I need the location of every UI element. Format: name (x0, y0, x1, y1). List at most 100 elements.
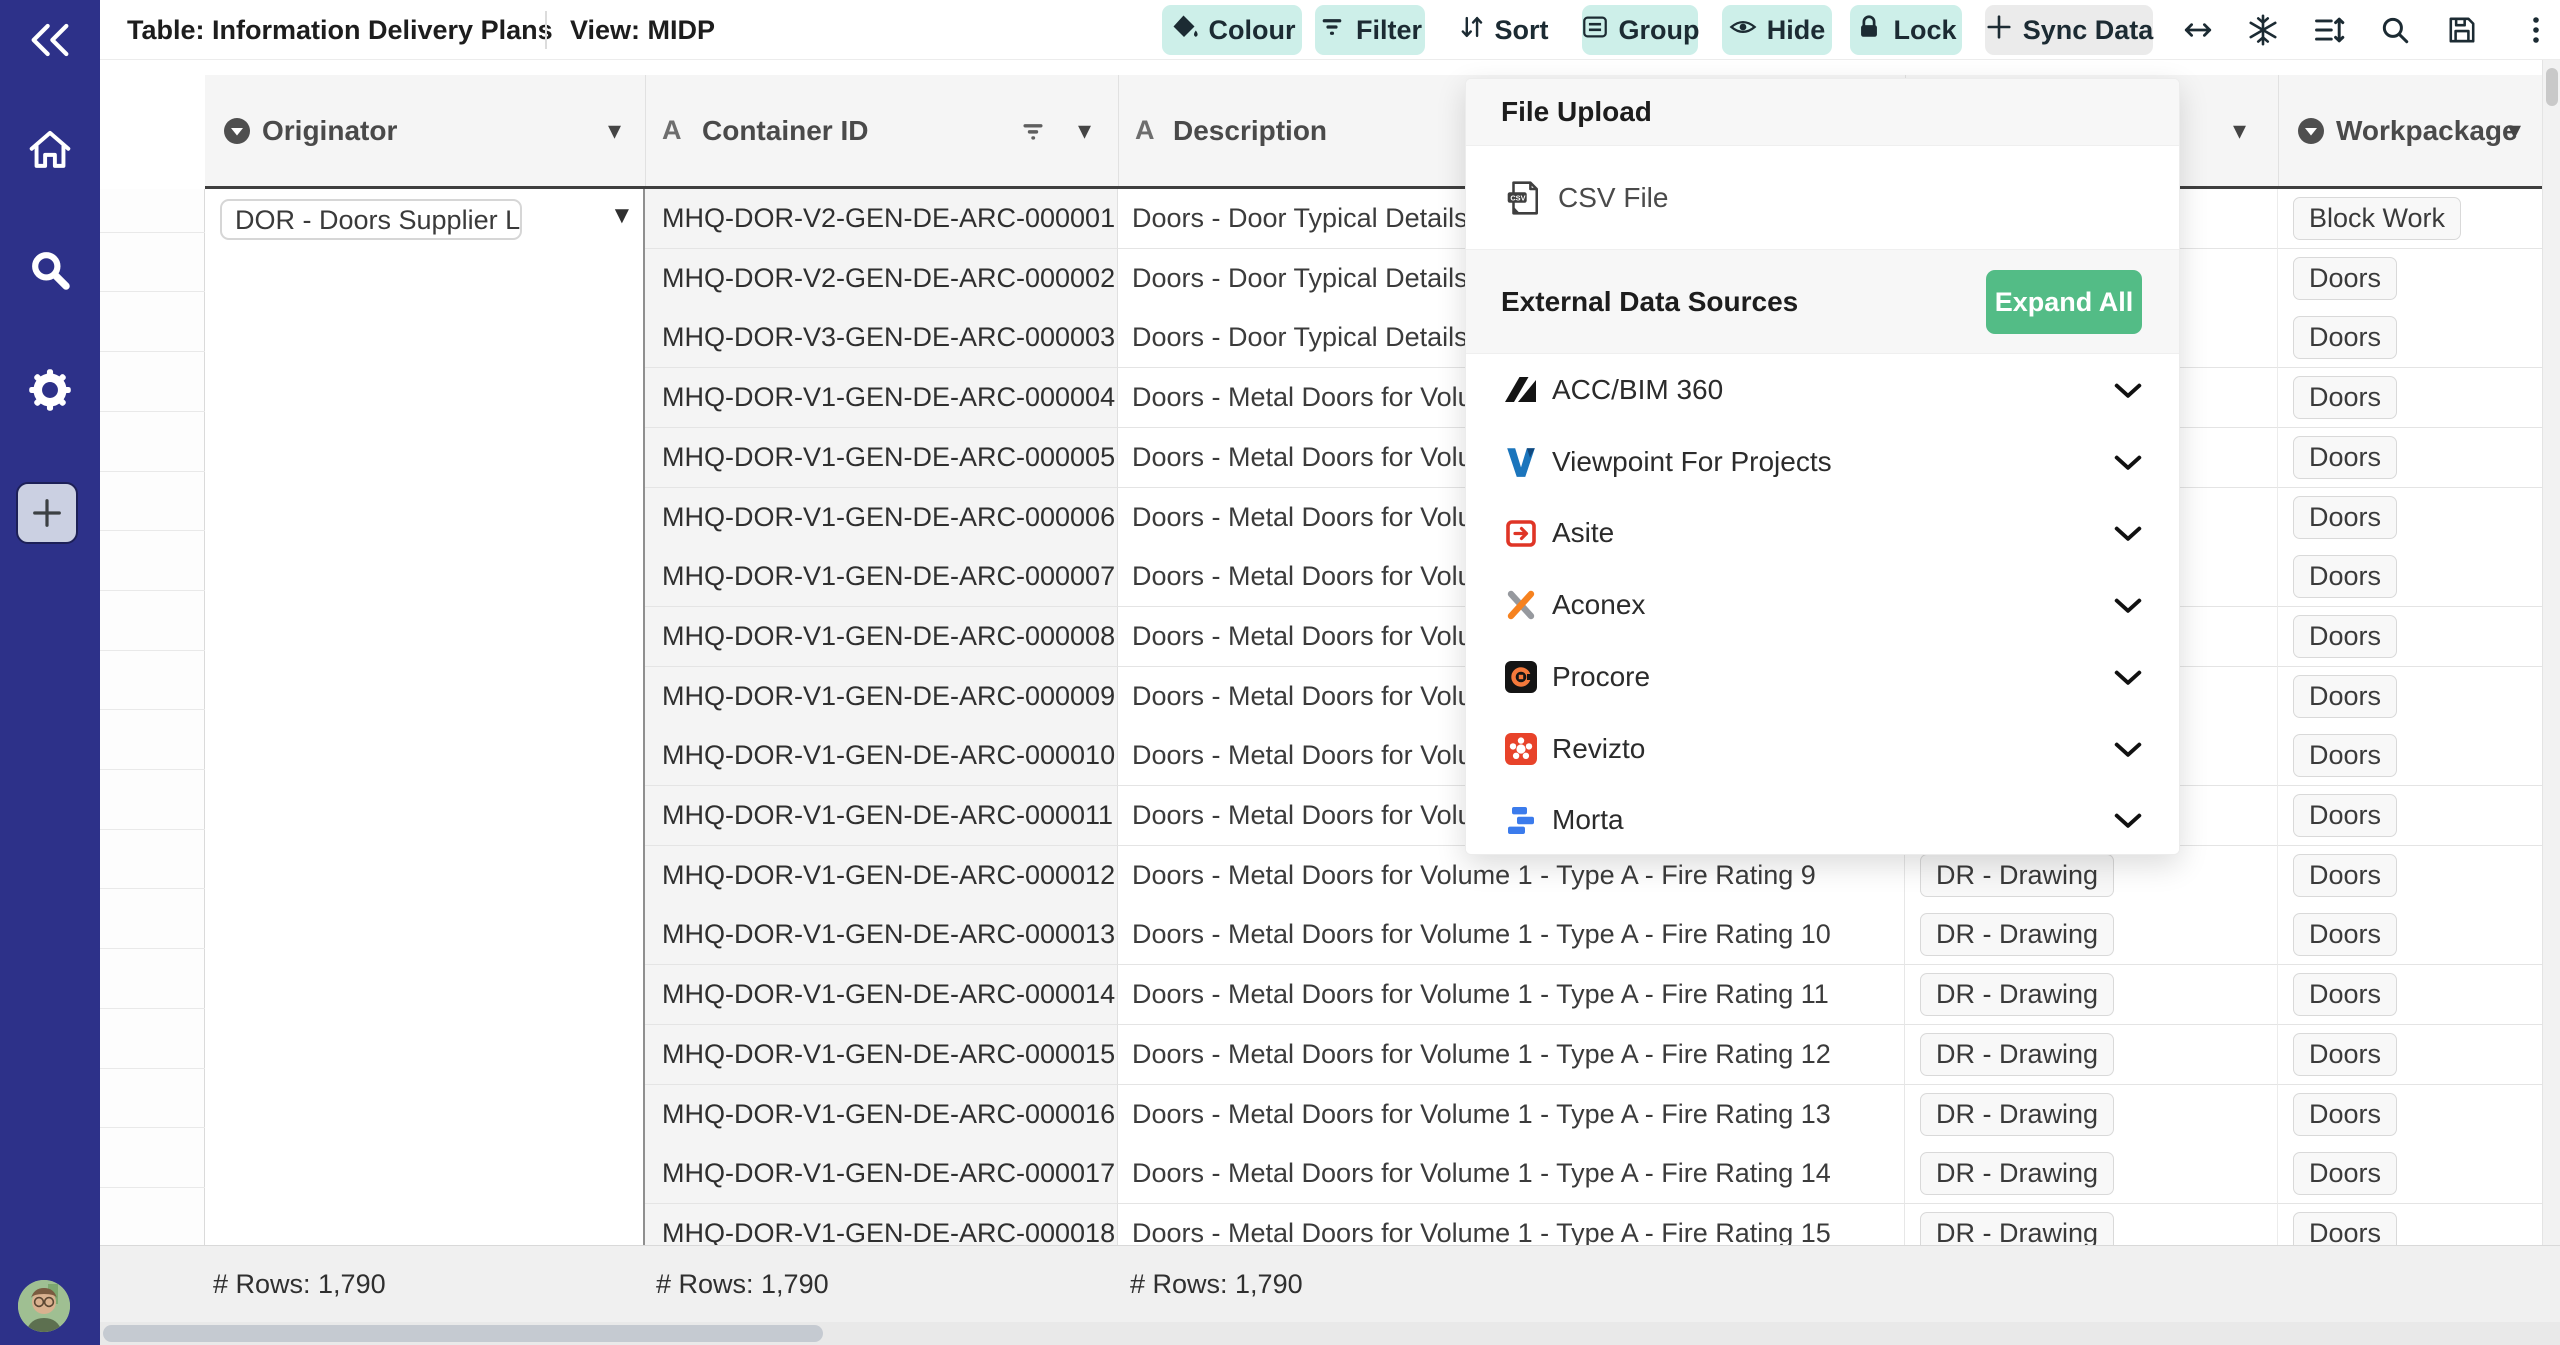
collapse-sidebar-icon[interactable] (0, 8, 100, 72)
workpackage-chip[interactable]: Doors (2293, 615, 2397, 658)
workpackage-chip[interactable]: Doors (2293, 316, 2397, 359)
save-icon[interactable] (2442, 10, 2482, 50)
container-id-cell[interactable]: MHQ-DOR-V1-GEN-DE-ARC-000017 (645, 1144, 1118, 1204)
container-id-cell[interactable]: MHQ-DOR-V1-GEN-DE-ARC-000016 (645, 1085, 1118, 1145)
freeze-snowflake-icon[interactable] (2243, 10, 2283, 50)
column-header-originator[interactable]: Originator (262, 75, 397, 186)
container-id-cell[interactable]: MHQ-DOR-V2-GEN-DE-ARC-000001 (645, 189, 1118, 249)
workpackage-chip[interactable]: Doors (2293, 973, 2397, 1016)
container-id-header-caret-icon[interactable]: ▾ (1078, 75, 1091, 186)
workpackage-cell[interactable]: Doors (2278, 1025, 2542, 1085)
chevron-down-icon[interactable] (2114, 741, 2142, 759)
horizontal-scrollbar[interactable] (100, 1322, 2560, 1345)
workpackage-cell[interactable]: Doors (2278, 1144, 2542, 1204)
container-id-cell[interactable]: MHQ-DOR-V1-GEN-DE-ARC-000005 (645, 428, 1118, 488)
source-item-morta[interactable]: Morta (1466, 784, 2180, 855)
type-chip[interactable]: DR - Drawing (1920, 854, 2114, 897)
filter-button[interactable]: Filter (1315, 5, 1425, 55)
workpackage-chip[interactable]: Doors (2293, 555, 2397, 598)
type-cell[interactable]: DR - Drawing (1905, 965, 2278, 1025)
expand-all-button[interactable]: Expand All (1986, 270, 2142, 334)
type-cell[interactable]: DR - Drawing (1905, 1144, 2278, 1204)
vertical-scrollbar[interactable] (2542, 60, 2560, 1245)
workpackage-cell[interactable]: Doors (2278, 428, 2542, 488)
workpackage-chip[interactable]: Doors (2293, 913, 2397, 956)
container-id-cell[interactable]: MHQ-DOR-V1-GEN-DE-ARC-000004 (645, 368, 1118, 428)
type-chip[interactable]: DR - Drawing (1920, 1033, 2114, 1076)
colour-button[interactable]: Colour (1162, 5, 1302, 55)
workpackage-cell[interactable]: Doors (2278, 965, 2542, 1025)
description-cell[interactable]: Doors - Metal Doors for Volume 1 - Type … (1118, 1144, 1905, 1204)
container-id-cell[interactable]: MHQ-DOR-V1-GEN-DE-ARC-000014 (645, 965, 1118, 1025)
chevron-down-icon[interactable] (2114, 525, 2142, 543)
type-cell[interactable]: DR - Drawing (1905, 1204, 2278, 1245)
container-id-cell[interactable]: MHQ-DOR-V1-GEN-DE-ARC-000007 (645, 547, 1118, 607)
container-id-cell[interactable]: MHQ-DOR-V1-GEN-DE-ARC-000010 (645, 726, 1118, 786)
source-item-revizto[interactable]: Revizto (1466, 713, 2180, 785)
workpackage-cell[interactable]: Doors (2278, 249, 2542, 309)
column-header-description[interactable]: Description (1173, 75, 1327, 186)
workpackage-cell[interactable]: Doors (2278, 308, 2542, 368)
workpackage-chip[interactable]: Doors (2293, 854, 2397, 897)
workpackage-cell[interactable]: Doors (2278, 905, 2542, 965)
container-id-filter-icon[interactable] (1020, 118, 1046, 144)
workpackage-cell[interactable]: Doors (2278, 786, 2542, 846)
lock-button[interactable]: Lock (1850, 5, 1962, 55)
originator-select-caret-icon[interactable]: ▼ (610, 202, 634, 230)
workpackage-header-caret-icon[interactable]: ▾ (2508, 75, 2521, 186)
workpackage-cell[interactable]: Doors (2278, 1085, 2542, 1145)
workpackage-chip[interactable]: Doors (2293, 1212, 2397, 1245)
chevron-down-icon[interactable] (2114, 454, 2142, 472)
workpackage-chip[interactable]: Doors (2293, 376, 2397, 419)
chevron-down-icon[interactable] (2114, 669, 2142, 687)
workpackage-chip[interactable]: Doors (2293, 436, 2397, 479)
type-chip[interactable]: DR - Drawing (1920, 1212, 2114, 1245)
workpackage-chip[interactable]: Doors (2293, 675, 2397, 718)
column-header-workpackage[interactable]: Workpackage (2336, 75, 2518, 186)
description-cell[interactable]: Doors - Metal Doors for Volume 1 - Type … (1118, 965, 1905, 1025)
description-cell[interactable]: Doors - Metal Doors for Volume 1 - Type … (1118, 1085, 1905, 1145)
workpackage-chip[interactable]: Doors (2293, 1033, 2397, 1076)
description-cell[interactable]: Doors - Metal Doors for Volume 1 - Type … (1118, 905, 1905, 965)
originator-header-caret-icon[interactable]: ▾ (608, 75, 621, 186)
horizontal-scrollbar-thumb[interactable] (103, 1325, 823, 1342)
type-cell[interactable]: DR - Drawing (1905, 1085, 2278, 1145)
type-chip[interactable]: DR - Drawing (1920, 973, 2114, 1016)
workpackage-cell[interactable]: Doors (2278, 488, 2542, 548)
workpackage-cell[interactable]: Doors (2278, 607, 2542, 667)
settings-gear-icon[interactable] (0, 358, 100, 422)
row-height-icon[interactable] (2309, 10, 2349, 50)
type-header-caret-icon[interactable]: ▾ (2233, 75, 2246, 186)
vertical-scrollbar-thumb[interactable] (2546, 68, 2558, 106)
workpackage-cell[interactable]: Doors (2278, 726, 2542, 786)
sort-button[interactable]: Sort (1455, 5, 1550, 55)
chevron-down-icon[interactable] (2114, 597, 2142, 615)
originator-column[interactable]: DOR - Doors Supplier Ltd ▼ (205, 189, 645, 1245)
workpackage-cell[interactable]: Doors (2278, 547, 2542, 607)
expand-horizontal-icon[interactable] (2178, 10, 2218, 50)
workpackage-cell[interactable]: Block Work (2278, 189, 2542, 249)
workpackage-chip[interactable]: Doors (2293, 794, 2397, 837)
type-chip[interactable]: DR - Drawing (1920, 913, 2114, 956)
workpackage-chip[interactable]: Doors (2293, 257, 2397, 300)
source-item-asite[interactable]: Asite (1466, 497, 2180, 569)
source-item-viewpoint[interactable]: Viewpoint For Projects (1466, 426, 2180, 498)
workpackage-chip[interactable]: Doors (2293, 1152, 2397, 1195)
csv-file-item[interactable]: CSV CSV File (1466, 146, 2180, 249)
search-icon[interactable] (0, 238, 100, 302)
source-item-procore[interactable]: Procore (1466, 641, 2180, 713)
workpackage-cell[interactable]: Doors (2278, 1204, 2542, 1245)
column-header-container-id[interactable]: Container ID (702, 75, 868, 186)
type-cell[interactable]: DR - Drawing (1905, 905, 2278, 965)
hide-button[interactable]: Hide (1722, 5, 1832, 55)
container-id-cell[interactable]: MHQ-DOR-V1-GEN-DE-ARC-000008 (645, 607, 1118, 667)
kebab-menu-icon[interactable] (2516, 10, 2556, 50)
type-chip[interactable]: DR - Drawing (1920, 1093, 2114, 1136)
search-table-icon[interactable] (2375, 10, 2415, 50)
group-button[interactable]: Group (1582, 5, 1698, 55)
container-id-cell[interactable]: MHQ-DOR-V1-GEN-DE-ARC-000009 (645, 667, 1118, 727)
sync-data-button[interactable]: Sync Data (1985, 5, 2153, 55)
type-chip[interactable]: DR - Drawing (1920, 1152, 2114, 1195)
source-item-acc-bim360[interactable]: ACC/BIM 360 (1466, 354, 2180, 426)
row-gutter[interactable] (100, 189, 205, 1245)
